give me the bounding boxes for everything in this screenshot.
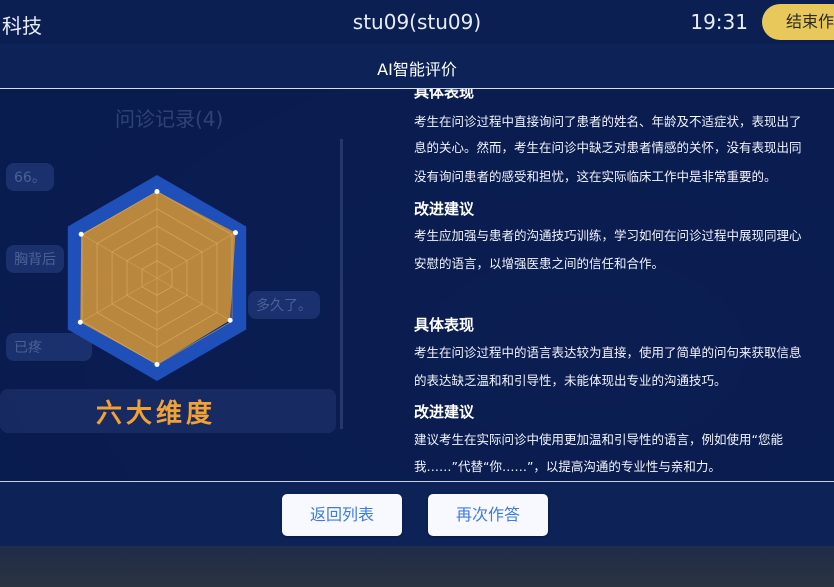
background-chat-bubble: 66。	[6, 163, 54, 191]
background-scrollbar	[340, 139, 343, 429]
feedback-line: 考生在问诊过程中直接询问了患者的姓名、年龄及不适症状，表现出了	[414, 114, 802, 129]
radar-label: 六大维度	[96, 399, 217, 429]
section-heading: 具体表现	[414, 89, 475, 101]
radar-value-point	[154, 362, 160, 368]
modal-header: AI智能评价	[0, 44, 834, 89]
section-heading: 具体表现	[414, 316, 475, 334]
top-bar: 科技 stu09(stu09) 19:31 结束作答	[0, 0, 834, 44]
modal-title: AI智能评价	[377, 60, 457, 79]
section-heading: 改进建议	[414, 403, 475, 421]
radar-value-point	[78, 231, 84, 237]
radar-chart	[67, 175, 247, 381]
feedback-line: 安慰的语言，以增强医患之间的信任和合作。	[414, 256, 665, 271]
section-heading: 改进建议	[414, 200, 475, 218]
background-floor	[0, 545, 834, 587]
feedback-line: 建议考生在实际问诊中使用更加温和引导性的语言，例如使用“您能	[414, 432, 783, 447]
modal-footer: 返回列表 再次作答	[0, 481, 834, 546]
end-exam-button[interactable]: 结束作答	[762, 4, 834, 40]
feedback-line: 考生应加强与患者的沟通技巧训练，学习如何在问诊过程中展现同理心	[414, 228, 802, 243]
clock: 19:31	[690, 10, 748, 34]
feedback-line: 的表达缺乏温和和引导性，未能体现出专业的沟通技巧。	[414, 373, 727, 388]
radar-value-point	[154, 188, 160, 194]
back-to-list-button[interactable]: 返回列表	[282, 494, 402, 536]
feedback-line: 考生在问诊过程中的语言表达较为直接，使用了简单的问句来获取信息	[414, 345, 802, 360]
feedback-line: 息的关心。然而，考生在问诊中缺乏对患者情感的关怀，没有表现出同	[414, 140, 802, 155]
evaluation-content[interactable]: 问诊记录(4) 66。 胸背后 多久了。 已疼 六大维度 具体表现 考生在问诊过…	[0, 89, 834, 481]
feedback-panel: 具体表现 考生在问诊过程中直接询问了患者的姓名、年龄及不适症状，表现出了 息的关…	[414, 89, 834, 481]
feedback-line: 没有询问患者的感受和担忧，这在实际临床工作中是非常重要的。	[414, 169, 777, 184]
radar-value-point	[227, 317, 233, 323]
feedback-line: 我……”代替“你……”，以提高沟通的专业性与亲和力。	[414, 459, 721, 474]
background-chat-title: 问诊记录(4)	[115, 107, 224, 131]
retry-button[interactable]: 再次作答	[428, 494, 548, 536]
radar-value-point	[77, 319, 83, 325]
radar-value-point	[232, 230, 238, 236]
